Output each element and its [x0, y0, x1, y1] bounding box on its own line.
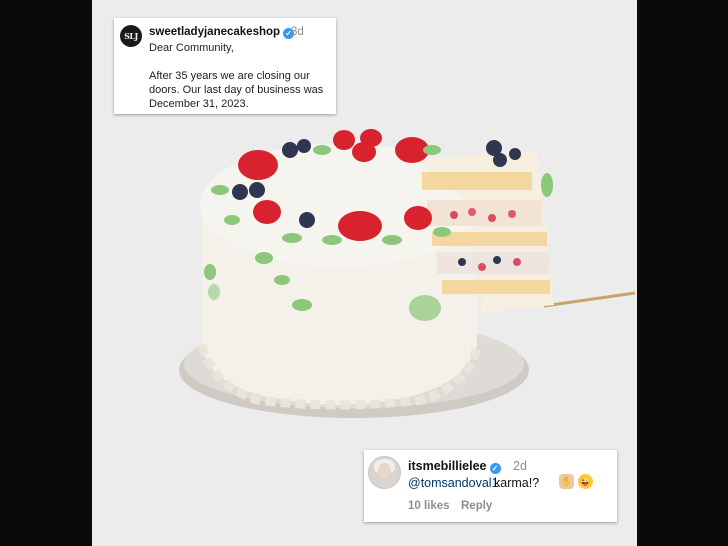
- instagram-comment-card: itsmebillielee ✓ 2d @tomsandoval1 karma!?…: [364, 450, 617, 522]
- post-text-line-1: Dear Community,: [149, 42, 234, 54]
- likes-count[interactable]: 10 likes: [408, 500, 450, 512]
- comment-username-text[interactable]: itsmebillielee: [408, 459, 487, 473]
- right-letterbox: [637, 0, 728, 546]
- left-letterbox: [0, 0, 92, 546]
- comment-timestamp: 2d: [513, 459, 527, 473]
- winking-tongue-face-emoji-icon: 😜: [578, 474, 593, 489]
- shop-avatar[interactable]: SLJ: [120, 25, 142, 47]
- post-timestamp: 3d: [291, 26, 304, 38]
- reply-button[interactable]: Reply: [461, 500, 492, 512]
- post-username-text[interactable]: sweetladyjanecakeshop: [149, 26, 280, 38]
- instagram-post-card: SLJ sweetladyjanecakeshop ✓ 3d Dear Commu…: [114, 18, 336, 114]
- post-username[interactable]: sweetladyjanecakeshop ✓: [149, 26, 295, 39]
- comment-text: karma!?: [494, 476, 540, 490]
- commenter-avatar[interactable]: [368, 456, 401, 489]
- clap-hand-emoji-icon: ✋: [559, 474, 574, 489]
- post-text-line-5: December 31, 2023.: [149, 98, 249, 110]
- verified-badge-icon: ✓: [489, 463, 501, 474]
- post-text-line-4: doors. Our last day of business was: [149, 84, 324, 96]
- comment-username[interactable]: itsmebillielee ✓: [408, 459, 501, 474]
- post-text-line-3: After 35 years we are closing our: [149, 70, 310, 82]
- comment-mention-link[interactable]: @tomsandoval1: [408, 476, 499, 490]
- cake-server: [543, 291, 636, 308]
